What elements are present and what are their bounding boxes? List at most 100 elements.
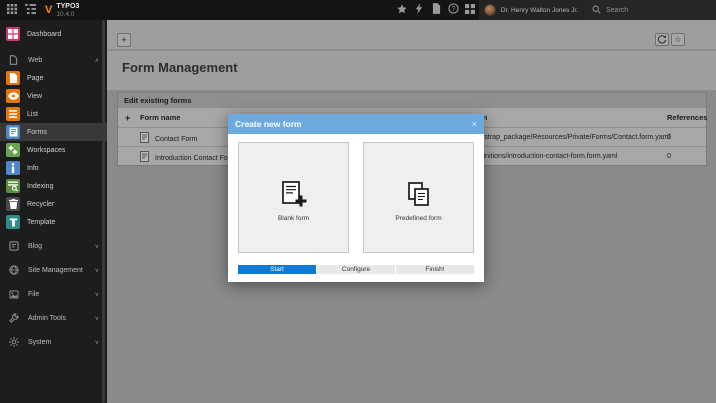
sidebar-section-label: Admin Tools (28, 315, 66, 322)
search-placeholder: Search (606, 7, 628, 14)
sidebar-item-label: Forms (27, 129, 47, 136)
blank-form-card[interactable]: Blank form (238, 142, 349, 253)
page-icon (6, 71, 20, 85)
toolbar-search[interactable]: Search (584, 0, 716, 20)
systeminformation-button[interactable] (462, 0, 479, 20)
card-label: Predefined form (395, 215, 441, 222)
chevron-down-icon: ∨ (95, 339, 99, 346)
sidebar-section-admin-tools[interactable]: Admin Tools ∨ (0, 309, 107, 327)
chevron-down-icon: ∨ (95, 291, 99, 298)
sidebar-section-web[interactable]: Web ∧ (0, 51, 107, 69)
sidebar-item-indexing[interactable]: Indexing (0, 177, 107, 195)
add-form-icon[interactable]: + (118, 113, 140, 123)
sidebar-section-file[interactable]: File ∨ (0, 285, 107, 303)
sidebar-section-label: System (28, 339, 51, 346)
chevron-down-icon: ∨ (95, 267, 99, 274)
info-icon (6, 161, 20, 175)
workspaces-icon (6, 143, 20, 157)
blank-form-icon (280, 181, 307, 213)
pagetree-toggle-button[interactable] (21, 0, 39, 20)
sidebar-item-page[interactable]: Page (0, 69, 107, 87)
sidebar-item-label: Dashboard (27, 31, 61, 38)
chevron-down-icon: ∨ (95, 315, 99, 322)
page-title: Form Management (122, 60, 716, 75)
sidebar-item-label: List (27, 111, 38, 118)
sidebar-item-label: Workspaces (27, 147, 65, 154)
clear-cache-button[interactable] (411, 0, 428, 20)
create-new-form-modal: Create new form × Blank form Predefined … (228, 114, 484, 282)
form-name[interactable]: Contact Form (155, 136, 197, 143)
sidebar-scrollbar[interactable] (102, 20, 105, 403)
bolt-icon (415, 1, 423, 19)
typo3-logo[interactable]: V TYPO3 10.4.0 (45, 3, 79, 18)
topbar: V TYPO3 10.4.0 ? Dr. Henry Walton Jones … (0, 0, 716, 20)
wrench-icon (8, 313, 19, 324)
search-icon (592, 5, 601, 16)
globe-icon (8, 265, 19, 276)
docheader: + ☆ (107, 20, 716, 50)
sidebar-section-site-management[interactable]: Site Management ∨ (0, 261, 107, 279)
reload-button[interactable] (655, 33, 669, 46)
module-menu: Dashboard Web ∧ Page View List Forms Wor… (0, 20, 107, 403)
wizard-progress: Start Configure Finish! (238, 265, 474, 274)
sidebar-item-workspaces[interactable]: Workspaces (0, 141, 107, 159)
avatar (484, 4, 496, 16)
bookmark-button[interactable]: ☆ (671, 33, 685, 46)
wizard-step-start[interactable]: Start (238, 265, 316, 274)
blog-icon (8, 241, 19, 252)
sidebar-section-label: Web (28, 57, 42, 64)
recycler-trash-icon (6, 197, 20, 211)
help-button[interactable]: ? (445, 0, 462, 20)
tree-list-icon (25, 1, 36, 19)
sidebar-section-system[interactable]: System ∨ (0, 333, 107, 351)
sidebar-item-label: Indexing (27, 183, 53, 190)
column-references: References (659, 113, 704, 122)
sidebar-item-view[interactable]: View (0, 87, 107, 105)
svg-text:?: ? (452, 6, 456, 13)
sidebar-item-label: Template (27, 219, 55, 226)
column-location: Location (456, 113, 659, 122)
sidebar-item-info[interactable]: Info (0, 159, 107, 177)
product-name: TYPO3 (56, 3, 79, 11)
predefined-form-card[interactable]: Predefined form (363, 142, 474, 253)
sidebar-section-label: Blog (28, 243, 42, 250)
bookmarks-button[interactable] (394, 0, 411, 20)
sidebar-item-label: View (27, 93, 42, 100)
help-icon: ? (448, 1, 459, 19)
close-icon[interactable]: × (472, 119, 477, 129)
form-location: EXT:bootstrap_package/Resources/Private/… (456, 134, 659, 141)
gear-icon (8, 337, 19, 348)
panel-heading: Edit existing forms (118, 93, 706, 108)
sidebar-item-recycler[interactable]: Recycler (0, 195, 107, 213)
form-location: form_definitions/introduction-contact-fo… (456, 153, 659, 160)
form-name[interactable]: Introduction Contact Form (155, 155, 236, 162)
document-icon (432, 1, 441, 19)
indexing-icon (6, 179, 20, 193)
chevron-down-icon: ∨ (95, 243, 99, 250)
grid-icon (465, 1, 475, 19)
modal-body: Blank form Predefined form Start Configu… (228, 134, 484, 282)
template-icon (6, 215, 20, 229)
sidebar-section-label: Site Management (28, 267, 83, 274)
sidebar-item-list[interactable]: List (0, 105, 107, 123)
wizard-step-finish[interactable]: Finish! (396, 265, 474, 274)
modules-toggle-button[interactable] (3, 0, 21, 20)
sidebar-item-forms[interactable]: Forms (0, 123, 107, 141)
sidebar-item-template[interactable]: Template (0, 213, 107, 231)
sidebar-section-label: File (28, 291, 39, 298)
apps-grid-icon (7, 1, 17, 19)
product-version: 10.4.0 (56, 11, 79, 18)
sidebar-item-label: Info (27, 165, 39, 172)
sidebar-section-blog[interactable]: Blog ∨ (0, 237, 107, 255)
user-menu[interactable]: Dr. Henry Walton Jones Jr. (479, 0, 584, 20)
card-label: Blank form (278, 215, 309, 222)
documentation-button[interactable] (428, 0, 445, 20)
wizard-step-configure[interactable]: Configure (317, 265, 395, 274)
form-references: 0 (659, 153, 704, 160)
typo3-logo-icon: V (45, 5, 52, 16)
dashboard-icon (6, 27, 20, 41)
modal-title: Create new form (235, 119, 302, 129)
sidebar-item-dashboard[interactable]: Dashboard (0, 25, 107, 43)
new-form-button[interactable]: + (117, 33, 131, 47)
reload-icon (657, 31, 667, 49)
